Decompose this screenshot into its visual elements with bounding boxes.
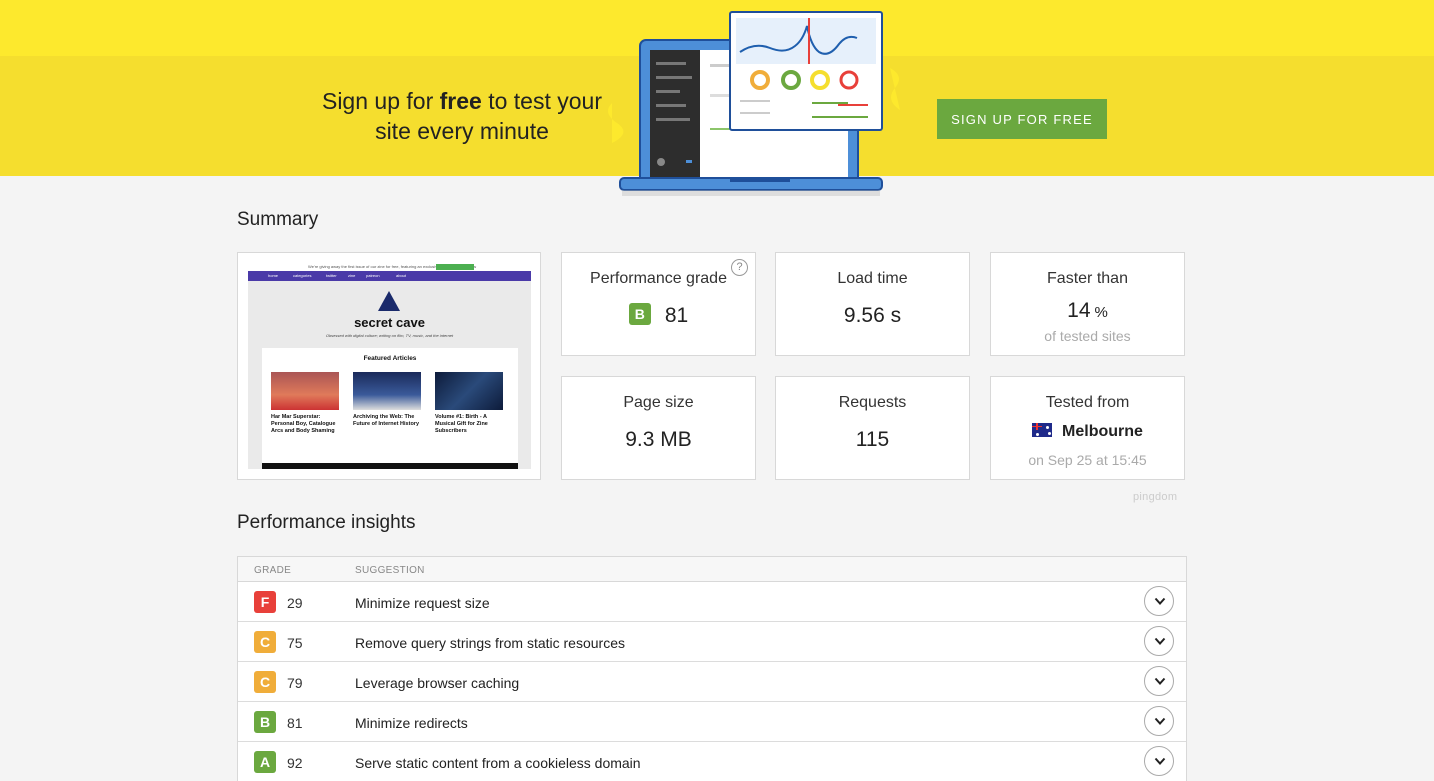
tested-from-date: on Sep 25 at 15:45 [1028,452,1147,468]
promo-button [436,264,474,270]
insight-suggestion: Leverage browser caching [355,675,520,691]
nav-item: twitter [326,273,337,278]
featured-heading: Featured Articles [363,355,417,362]
article-image [271,372,339,410]
article-title: Volume #1: Birth - A Musical Gift for Zi… [435,414,488,434]
nav-item: about [396,273,407,278]
grade-badge: B [254,711,276,733]
site-tagline: Obsessed with digital culture; writing o… [325,333,454,338]
article-image [353,372,421,410]
site-screenshot-card: We're giving away the first issue of our… [237,252,541,480]
insight-score: 29 [287,595,303,611]
expand-chevron-button[interactable] [1144,586,1174,616]
page-size-value: 9.3 MB [625,428,692,451]
summary-title: Summary [237,209,319,230]
article-card: Har Mar Superstar: Personal Boy, Catalog… [271,372,339,435]
nav-item: patreon [366,273,380,278]
insight-row[interactable]: C 79 Leverage browser caching [238,662,1186,702]
grade-badge: A [254,751,276,773]
insights-table-header: GRADE SUGGESTION [238,557,1186,582]
insights-title: Performance insights [237,512,416,533]
expand-chevron-button[interactable] [1144,706,1174,736]
chevron-down-icon [1154,757,1166,765]
load-time-value: 9.56 s [843,304,902,327]
insight-suggestion: Minimize redirects [355,715,468,731]
faster-than-value: 14% [991,299,1184,323]
signup-banner: Sign up for free to test your site every… [0,0,1434,196]
page-size-card: Page size 9.3 MB [561,376,756,480]
faster-than-sub: of tested sites [1044,328,1131,344]
faster-than-card: Faster than 14% of tested sites [990,252,1185,356]
insight-suggestion: Minimize request size [355,595,490,611]
insight-row[interactable]: B 81 Minimize redirects [238,702,1186,742]
nav-item: home [268,273,279,278]
page-size-label: Page size [623,394,694,411]
article-image [435,372,503,410]
insight-row[interactable]: A 92 Serve static content from a cookieles… [238,742,1186,781]
chevron-down-icon [1154,637,1166,645]
tested-from-card: Tested from Melbourne on Sep 25 at 15:45 [990,376,1185,480]
article-title: Archiving the Web: The Future of Interne… [353,414,420,427]
grade-badge: C [254,671,276,693]
insight-score: 81 [287,715,303,731]
faster-than-label: Faster than [1047,270,1128,287]
nav-item: zine [348,273,356,278]
site-name: secret cave [354,315,425,330]
tested-from-label: Tested from [1045,394,1130,411]
insight-suggestion: Remove query strings from static resourc… [355,635,625,651]
site-screenshot: We're giving away the first issue of our… [248,263,531,469]
nav-item: categories [293,273,312,278]
insight-row[interactable]: C 75 Remove query strings from static reso… [238,622,1186,662]
grade-badge: C [254,631,276,653]
grade-badge: B [628,303,651,326]
question-circle-icon[interactable]: ? [731,259,748,276]
suggestion-column-header: SUGGESTION [355,565,425,576]
location-name: Melbourne [1062,423,1143,440]
chevron-down-icon [1154,597,1166,605]
article-card: Volume #1: Birth - A Musical Gift for Zi… [435,372,503,435]
tested-from-location: Melbourne [991,422,1184,441]
insight-suggestion: Serve static content from a cookieless d… [355,755,641,771]
performance-grade-card: Performance grade ? B 81 [561,252,756,356]
site-nav: home categories twitter zine patreon abo… [248,271,531,281]
signup-free-button[interactable]: SIGN UP FOR FREE [937,99,1107,139]
article-card: Archiving the Web: The Future of Interne… [353,372,421,428]
grade-column-header: GRADE [254,565,292,576]
faster-than-number: 14 [1067,299,1091,322]
performance-grade-label: Performance grade [590,270,727,287]
performance-score: 81 [664,304,689,327]
australia-flag-icon [1032,422,1053,437]
load-time-label: Load time [837,270,908,287]
load-time-card: Load time 9.56 s [775,252,970,356]
requests-card: Requests 115 [775,376,970,480]
insight-score: 79 [287,675,303,691]
insight-row[interactable]: F 29 Minimize request size [238,582,1186,622]
promo-bar: We're giving away the first issue of our… [248,263,531,271]
pingdom-watermark: pingdom [1133,491,1178,503]
laptop-dashboard-illustration [608,11,900,196]
insight-score: 75 [287,635,303,651]
site-footer-strip [262,463,518,469]
faster-than-unit: % [1094,304,1108,321]
site-logo-icon [378,291,400,311]
grade-badge: F [254,591,276,613]
insight-score: 92 [287,755,303,771]
banner-headline: Sign up for free to test your site every… [321,88,602,144]
article-title: Har Mar Superstar: Personal Boy, Catalog… [271,414,336,434]
requests-value: 115 [855,428,890,451]
insights-table: GRADE SUGGESTION F 29 Minimize request siz… [237,556,1187,781]
expand-chevron-button[interactable] [1144,746,1174,776]
requests-label: Requests [838,394,907,411]
featured-articles: Featured Articles Har Mar Superstar: Per… [262,348,518,466]
chevron-down-icon [1154,717,1166,725]
chevron-down-icon [1154,677,1166,685]
expand-chevron-button[interactable] [1144,626,1174,656]
performance-grade-value: B 81 [562,303,755,328]
expand-chevron-button[interactable] [1144,666,1174,696]
